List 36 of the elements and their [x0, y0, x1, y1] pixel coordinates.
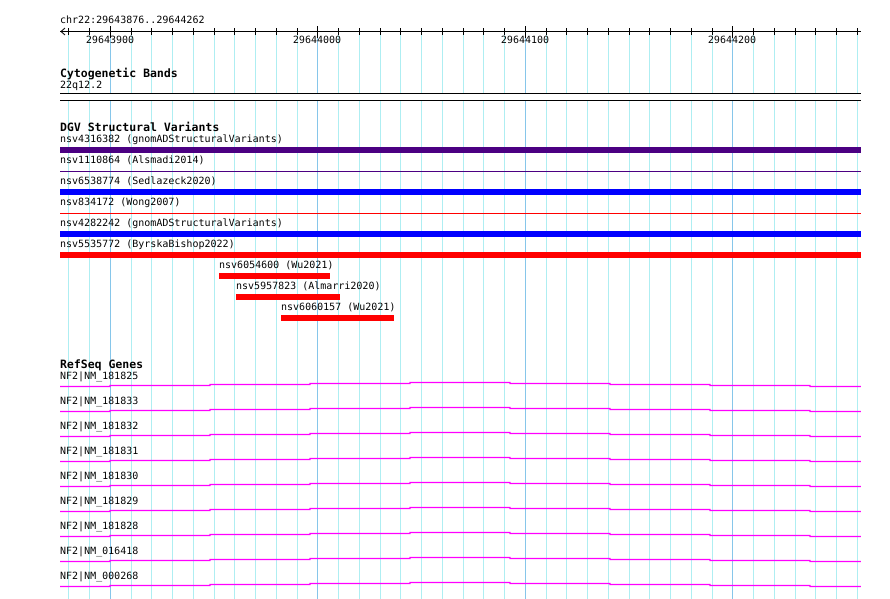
transcript-label[interactable]: NF2|NM_181832 [60, 421, 138, 433]
band-label: 22q12.2 [60, 80, 102, 92]
transcript-line[interactable] [60, 456, 861, 462]
transcript-line[interactable] [60, 382, 861, 388]
variant-label[interactable]: nsv4282242 (gnomADStructuralVariants) [60, 218, 283, 230]
transcript-line[interactable] [60, 506, 861, 512]
ruler-tick-label: 29644100 [500, 35, 550, 47]
transcript-label[interactable]: NF2|NM_181831 [60, 446, 138, 458]
transcript-line[interactable] [60, 556, 861, 562]
track-title: RefSeq Genes [60, 358, 144, 370]
transcript-label[interactable]: NF2|NM_181825 [60, 371, 138, 383]
variant-label[interactable]: nsv6538774 (Sedlazeck2020) [60, 176, 217, 188]
transcript-label[interactable]: NF2|NM_181829 [60, 496, 138, 508]
variant-label[interactable]: nsv4316382 (gnomADStructuralVariants) [60, 134, 283, 146]
variant-label[interactable]: nsv6054600 (Wu2021) [219, 260, 334, 272]
track-title: DGV Structural Variants [60, 121, 220, 133]
variant-label[interactable]: nsv1110864 (Alsmadi2014) [60, 155, 204, 167]
transcript-line[interactable] [60, 406, 861, 412]
ruler-tick-label: 29644000 [292, 35, 342, 47]
ruler-tick-label: 29643900 [86, 35, 134, 47]
transcript-line[interactable] [60, 532, 861, 538]
variant-label[interactable]: nsv834172 (Wong2007) [60, 197, 180, 209]
transcript-line[interactable] [60, 482, 861, 488]
variant-label[interactable]: nsv5957823 (Almarri2020) [236, 281, 380, 293]
transcript-label[interactable]: NF2|NM_000268 [60, 571, 138, 583]
transcript-label[interactable]: NF2|NM_181830 [60, 471, 138, 483]
transcript-line[interactable] [60, 582, 861, 588]
track-title: Cytogenetic Bands [60, 67, 178, 79]
transcript-line[interactable] [60, 432, 861, 438]
ruler-tick-label: 29644200 [708, 35, 756, 47]
variant-label[interactable]: nsv6060157 (Wu2021) [281, 302, 396, 314]
variant-label[interactable]: nsv5535772 (ByrskaBishop2022) [60, 239, 235, 251]
transcript-label[interactable]: NF2|NM_181833 [60, 396, 138, 408]
transcript-label[interactable]: NF2|NM_181828 [60, 521, 138, 533]
transcript-label[interactable]: NF2|NM_016418 [60, 546, 138, 558]
location-label: chr22:29643876..29644262 [60, 15, 204, 27]
